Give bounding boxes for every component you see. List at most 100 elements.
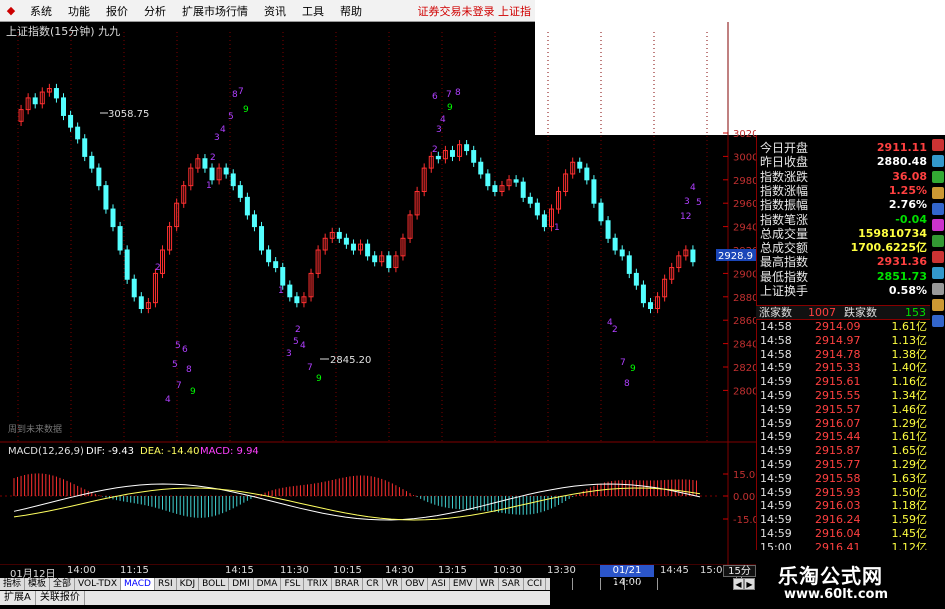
kline-chart[interactable]: 78954326 7 8943243 5125 65789423457942798211… — [0, 22, 756, 565]
indicator-tab[interactable]: TRIX — [304, 578, 332, 590]
candle-body — [223, 167, 229, 175]
indicator-tab[interactable]: CCI — [524, 578, 547, 590]
tick-list[interactable]: 14:58 2914.09 1.61亿 14:58 2914.97 1.13亿 14:58 2… — [756, 320, 931, 554]
menu-item-quote[interactable]: 报价 — [98, 3, 136, 19]
scroll-left-icon[interactable]: ◀ — [733, 578, 744, 590]
indicator-tab[interactable]: 全部 — [50, 578, 76, 590]
tick-row[interactable]: 14:59 2916.04 1.45亿 — [757, 527, 931, 541]
indicator-tab[interactable]: RSI — [155, 578, 177, 590]
indicator-tab[interactable]: ASI — [428, 578, 450, 590]
tick-volume: 1.38亿 — [891, 347, 928, 361]
indicator-tab[interactable]: KDJ — [177, 578, 200, 590]
indicator-tab[interactable]: WCST — [625, 578, 658, 590]
tick-price: 2915.55 — [815, 389, 861, 402]
indicator-tab[interactable]: 模板 — [25, 578, 51, 590]
tick-row[interactable]: 14:59 2915.33 1.40亿 — [757, 361, 931, 375]
tick-row[interactable]: 14:59 2915.57 1.46亿 — [757, 403, 931, 417]
indicator-tab[interactable]: OBV — [402, 578, 429, 590]
tick-price: 2914.78 — [815, 347, 861, 361]
tool-icon[interactable] — [932, 299, 944, 311]
menu-item-function[interactable]: 功能 — [60, 3, 98, 19]
candle-body — [577, 161, 583, 169]
scroll-right-icon[interactable]: ▶ — [744, 578, 755, 590]
indicator-tab[interactable]: DMA — [254, 578, 282, 590]
tool-icon[interactable] — [932, 283, 944, 295]
menu-item-help[interactable]: 帮助 — [332, 3, 370, 19]
tick-time: 14:58 — [760, 347, 792, 361]
indicator-tab[interactable]: EMV — [450, 578, 477, 590]
menu-item-news[interactable]: 资讯 — [256, 3, 294, 19]
tick-price: 2915.33 — [815, 361, 861, 375]
td-label: 2 — [210, 153, 216, 163]
quote-label: 最高指数 — [760, 255, 809, 270]
indicator-tab[interactable]: SAR — [499, 578, 524, 590]
tick-row[interactable]: 14:58 2914.78 1.38亿 — [757, 348, 931, 362]
time-tick: 11:30 — [280, 565, 309, 576]
indicator-tab[interactable]: MTM — [573, 578, 601, 590]
quote-row: 指数笔涨 -0.04 — [757, 213, 930, 227]
tick-row[interactable]: 14:58 2914.97 1.13亿 — [757, 334, 931, 348]
indicator-tabs: 指标 模板 全部 VOL-TDX MACD RSI KDJ BOLL DMI DMA FSL TRIX… — [0, 578, 658, 590]
login-status[interactable]: 证券交易未登录 上证指 — [418, 3, 536, 19]
tool-icon[interactable] — [932, 251, 944, 263]
candle-body — [237, 185, 243, 198]
tick-volume: 1.65亿 — [891, 444, 928, 458]
quote-row: 最低指数 2851.73 — [757, 270, 930, 284]
tool-icon[interactable] — [932, 187, 944, 199]
tool-icon[interactable] — [932, 219, 944, 231]
tick-row[interactable]: 14:58 2914.09 1.61亿 — [757, 320, 931, 334]
tick-row[interactable]: 14:59 2915.61 1.16亿 — [757, 375, 931, 389]
dea-value: DEA: -14.40 — [140, 446, 199, 457]
tick-time: 14:59 — [760, 416, 792, 430]
tick-time: 14:59 — [760, 361, 792, 375]
indicator-tab[interactable]: WR — [477, 578, 499, 590]
indicator-tab[interactable]: FSL — [281, 578, 305, 590]
bottom-tab[interactable]: 关联报价 — [36, 591, 85, 605]
tick-price: 2915.61 — [815, 375, 861, 389]
tick-row[interactable]: 14:59 2916.24 1.59亿 — [757, 513, 931, 527]
tick-row[interactable]: 14:59 2915.87 1.65亿 — [757, 444, 931, 458]
menu-item-extended-market[interactable]: 扩展市场行情 — [174, 3, 256, 19]
indicator-tab[interactable]: DMI — [229, 578, 254, 590]
period-button[interactable]: 15分钟 — [723, 565, 756, 589]
tool-icon[interactable] — [932, 267, 944, 279]
quote-label: 指数涨跌 — [760, 169, 809, 184]
bottom-tab[interactable]: 扩展A — [0, 591, 36, 605]
indicator-tab[interactable]: VOL-TDX — [75, 578, 121, 590]
indicator-tab[interactable]: CR — [363, 578, 383, 590]
candle-body — [534, 202, 540, 216]
tick-volume: 1.13亿 — [891, 333, 928, 347]
menu-item-analysis[interactable]: 分析 — [136, 3, 174, 19]
indicator-tab[interactable]: BOLL — [199, 578, 230, 590]
td-label: 5 — [175, 341, 181, 351]
indicator-tab[interactable]: 指标 — [0, 578, 26, 590]
candle-body — [259, 226, 265, 251]
tick-row[interactable]: 14:59 2915.77 1.29亿 — [757, 458, 931, 472]
indicator-tab[interactable]: MACD — [121, 578, 155, 590]
tool-icon[interactable] — [932, 155, 944, 167]
tool-icon[interactable] — [932, 139, 944, 151]
tick-row[interactable]: 14:59 2916.07 1.29亿 — [757, 417, 931, 431]
tick-time: 14:59 — [760, 444, 792, 458]
tick-row[interactable]: 14:59 2915.93 1.50亿 — [757, 486, 931, 500]
candle-body — [124, 249, 130, 280]
indicator-tab[interactable]: ROC — [546, 578, 573, 590]
td-label: 3 — [436, 125, 442, 135]
indicator-tab[interactable]: PSY — [601, 578, 625, 590]
tick-row[interactable]: 14:59 2915.44 1.61亿 — [757, 430, 931, 444]
tool-icon[interactable] — [932, 315, 944, 327]
tick-row[interactable]: 14:59 2916.03 1.18亿 — [757, 499, 931, 513]
tool-icon[interactable] — [932, 171, 944, 183]
indicator-tab[interactable]: BRAR — [332, 578, 364, 590]
tick-row[interactable]: 14:59 2915.58 1.63亿 — [757, 472, 931, 486]
candle-body — [527, 196, 533, 204]
menu-item-system[interactable]: 系统 — [22, 3, 60, 19]
tool-icon[interactable] — [932, 235, 944, 247]
time-tick: 13:30 — [547, 565, 576, 576]
indicator-tab[interactable]: VR — [383, 578, 403, 590]
tool-icon[interactable] — [932, 203, 944, 215]
menu-item-tools[interactable]: 工具 — [294, 3, 332, 19]
tick-row[interactable]: 14:59 2915.55 1.34亿 — [757, 389, 931, 403]
td-label: 5 — [228, 112, 234, 122]
td-label: 8 — [186, 365, 192, 375]
